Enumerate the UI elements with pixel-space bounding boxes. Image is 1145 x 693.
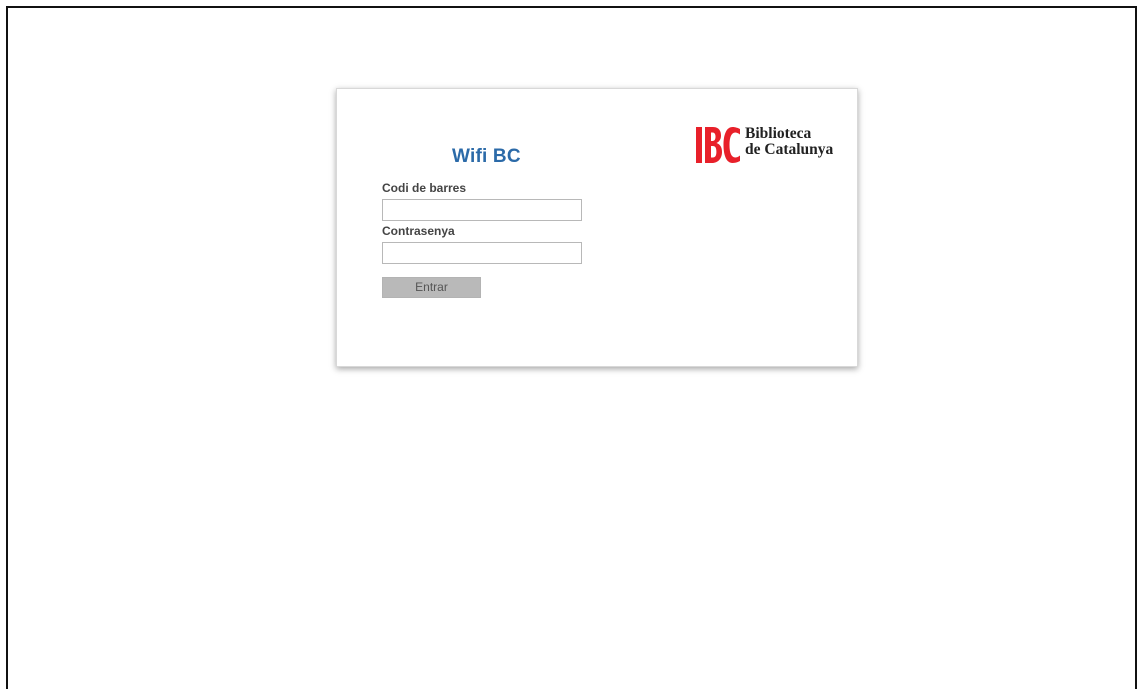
login-card: Wifi BC Codi de barres Contrasenya Entra… — [336, 88, 858, 367]
logo-line-2: de Catalunya — [745, 141, 834, 158]
library-logo: Biblioteca de Catalunya — [696, 126, 851, 166]
browser-viewport: Wifi BC Codi de barres Contrasenya Entra… — [6, 6, 1137, 689]
barcode-input[interactable] — [382, 199, 582, 221]
password-label: Contrasenya — [382, 224, 455, 238]
logo-line-1: Biblioteca — [745, 125, 812, 142]
barcode-label: Codi de barres — [382, 181, 467, 195]
login-button[interactable]: Entrar — [382, 277, 481, 298]
logo-text: Biblioteca de Catalunya — [745, 126, 833, 158]
bc-logo-mark — [696, 127, 740, 163]
page-title: Wifi BC — [452, 146, 521, 167]
password-input[interactable] — [382, 242, 582, 264]
